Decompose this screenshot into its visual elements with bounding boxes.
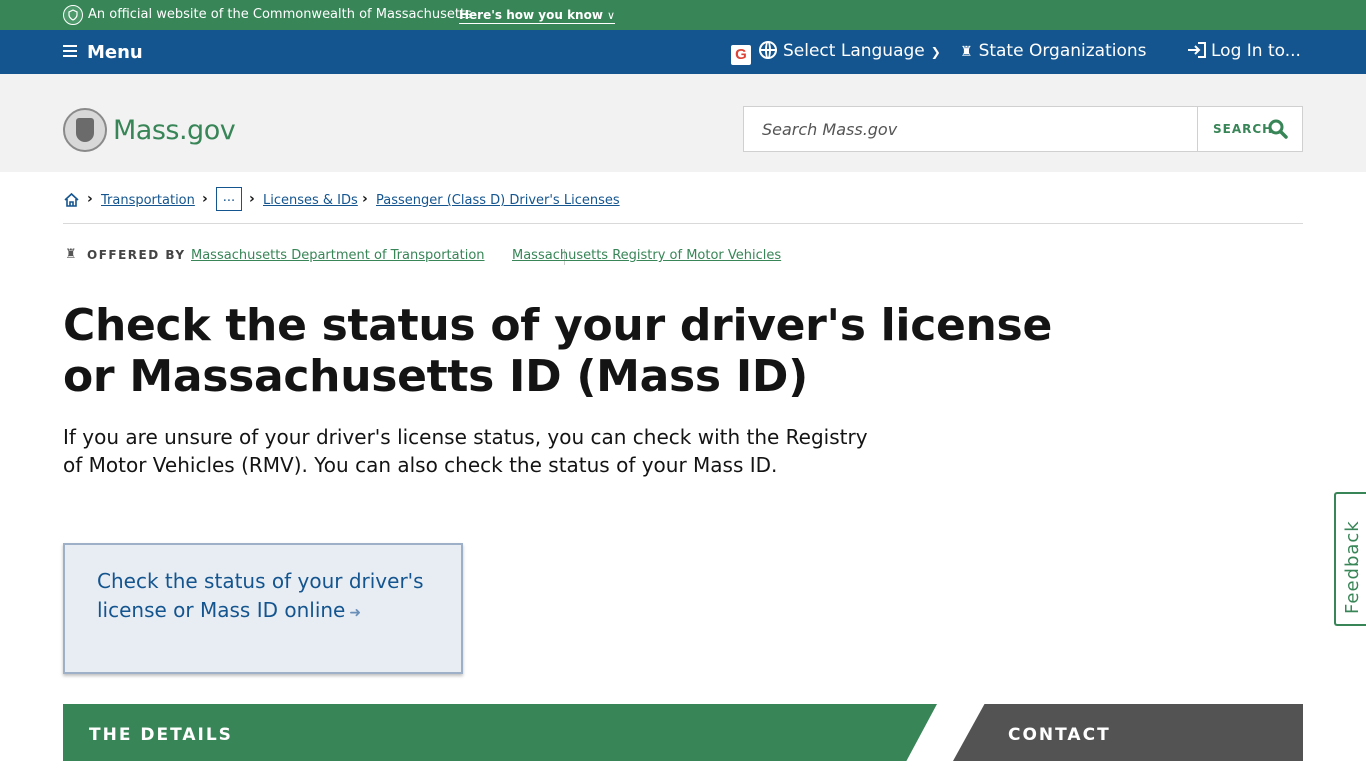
callout-label: Check the status of your driver's licens… (97, 569, 424, 622)
orgs-label: State Organizations (978, 41, 1147, 61)
login-label: Log In to... (1211, 41, 1301, 61)
menu-button[interactable]: Menu (63, 42, 143, 63)
state-organizations-button[interactable]: ♜ State Organizations (960, 41, 1147, 61)
breadcrumb-ellipsis-button[interactable]: ... (216, 187, 242, 211)
search-icon (1268, 119, 1288, 139)
search-input[interactable] (744, 107, 1198, 151)
org-link-massdot[interactable]: Massachusetts Department of Transportati… (191, 248, 485, 263)
page-title: Check the status of your driver's licens… (63, 300, 1052, 402)
offered-by-label: OFFERED BY (87, 248, 186, 262)
building-icon: ♜ (65, 247, 77, 262)
howto-label: Here's how you know (459, 8, 603, 22)
breadcrumb-passenger-licenses[interactable]: Passenger (Class D) Driver's Licenses (376, 193, 620, 208)
search-button-label: SEARCH (1213, 122, 1274, 136)
tab-details-label: THE DETAILS (89, 725, 233, 745)
feedback-label: Feedback (1342, 520, 1363, 614)
utility-nav: Menu G Select Language ❯ ♜ State Organizati… (0, 30, 1366, 74)
page-lede: If you are unsure of your driver's licen… (63, 425, 868, 477)
official-text: An official website of the Commonwealth … (88, 7, 472, 22)
search-button[interactable]: SEARCH (1199, 107, 1302, 151)
breadcrumb-transportation[interactable]: Transportation (101, 193, 195, 208)
building-icon: ♜ (960, 44, 973, 60)
org-link-rmv[interactable]: Massachusetts Registry of Motor Vehicles (512, 248, 781, 263)
site-header: Mass.gov SEARCH (0, 74, 1366, 172)
tab-contact[interactable]: CONTACT (953, 704, 1303, 761)
login-icon (1187, 41, 1207, 61)
chevron-right-icon: › (87, 191, 93, 207)
check-status-online-link[interactable]: Check the status of your driver's licens… (63, 543, 463, 674)
tab-contact-label: CONTACT (1008, 725, 1111, 745)
chevron-right-icon: › (202, 191, 208, 207)
logo-wordmark: Mass.gov (113, 114, 236, 146)
heres-how-you-know-toggle[interactable]: Here's how you know ∨ (459, 8, 615, 24)
chevron-right-icon: › (362, 191, 368, 207)
arrow-right-icon: ➜ (349, 604, 362, 621)
breadcrumb: › Transportation › ... › Licenses & IDs … (63, 187, 1303, 224)
tab-the-details[interactable]: THE DETAILS (63, 704, 937, 761)
language-label: Select Language (783, 41, 925, 61)
commonwealth-seal-icon (63, 108, 107, 152)
mass-gov-logo[interactable]: Mass.gov (63, 108, 236, 152)
official-banner: An official website of the Commonwealth … (0, 0, 1366, 30)
seal-icon (63, 5, 83, 25)
feedback-button[interactable]: Feedback (1334, 492, 1366, 626)
home-icon[interactable] (63, 192, 80, 212)
search-form: SEARCH (743, 106, 1303, 152)
menu-label: Menu (87, 42, 143, 63)
login-button[interactable]: Log In to... (1187, 41, 1301, 61)
language-selector[interactable]: G Select Language ❯ (731, 41, 941, 65)
chevron-down-icon: ∨ (606, 9, 615, 22)
google-translate-icon: G (731, 45, 751, 65)
hamburger-icon (63, 45, 77, 57)
callout-text: Check the status of your driver's licens… (97, 567, 427, 627)
chevron-down-icon: ❯ (930, 45, 941, 59)
breadcrumb-licenses-ids[interactable]: Licenses & IDs (263, 193, 358, 208)
globe-icon (759, 41, 777, 59)
chevron-right-icon: › (249, 191, 255, 207)
